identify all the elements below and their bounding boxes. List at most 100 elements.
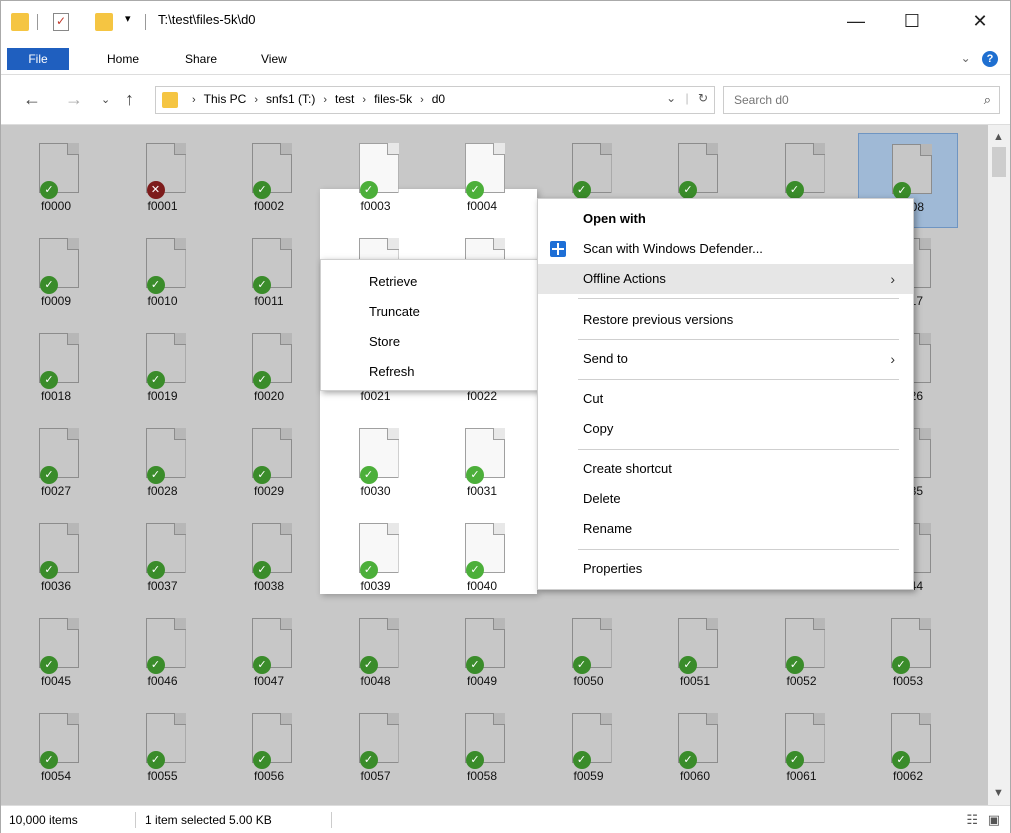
search-input[interactable] xyxy=(724,87,964,113)
file-item[interactable]: ✓ f0047 xyxy=(219,608,319,703)
file-item[interactable]: ✓ f0060 xyxy=(645,703,745,798)
file-item[interactable]: ✓ f0048 xyxy=(326,608,426,703)
file-item[interactable]: ✓ f0059 xyxy=(539,703,639,798)
menu-item-delete[interactable]: Delete xyxy=(538,484,913,514)
minimize-button[interactable]: — xyxy=(833,7,879,35)
breadcrumb-this-pc[interactable]: This PC xyxy=(204,92,247,106)
file-item[interactable]: ✓ f0045 xyxy=(6,608,106,703)
file-item[interactable]: ✓f0030 xyxy=(326,418,426,513)
file-item[interactable]: ✓ f0057 xyxy=(326,703,426,798)
file-item[interactable]: ✓f0003 xyxy=(326,133,426,228)
file-item[interactable]: ✓ f0058 xyxy=(432,703,532,798)
menu-item-cut[interactable]: Cut xyxy=(538,384,913,414)
file-item[interactable]: ✓ f0037 xyxy=(113,513,213,608)
menu-item-create-shortcut[interactable]: Create shortcut xyxy=(538,454,913,484)
page-fold xyxy=(919,428,931,440)
chevron-right-icon[interactable]: › xyxy=(323,94,327,106)
chevron-down-icon[interactable]: ⌄ xyxy=(666,91,676,105)
up-arrow-icon[interactable]: ↑ xyxy=(125,89,134,110)
chevron-right-icon[interactable]: › xyxy=(420,94,424,106)
breadcrumb-files-5k[interactable]: files-5k xyxy=(374,92,412,106)
file-item[interactable]: ✓ f0018 xyxy=(6,323,106,418)
refresh-icon[interactable]: ↻ xyxy=(698,91,708,105)
file-item[interactable]: ✓ f0046 xyxy=(113,608,213,703)
file-item[interactable]: ✓ f0027 xyxy=(6,418,106,513)
scroll-down-icon[interactable]: ▼ xyxy=(993,787,1004,799)
file-item[interactable]: ✓ f0062 xyxy=(858,703,958,798)
file-item[interactable]: ✓ f0054 xyxy=(6,703,106,798)
file-item[interactable]: ✓ f0053 xyxy=(858,608,958,703)
file-item[interactable]: ✓ f0002 xyxy=(219,133,319,228)
menu-item-label: Scan with Windows Defender... xyxy=(583,241,763,256)
file-item[interactable]: ✓ f0020 xyxy=(219,323,319,418)
file-item[interactable]: ✓f0004 xyxy=(432,133,532,228)
sync-error-icon: ✕ xyxy=(146,181,165,199)
address-bar[interactable]: › This PC › snfs1 (T:) › test › files-5k › d0 ⌄ |… xyxy=(155,86,715,114)
menu-item-restore-versions[interactable]: Restore previous versions xyxy=(538,305,913,335)
menu-item-refresh[interactable]: Refresh xyxy=(321,357,538,387)
chevron-right-icon: › xyxy=(192,94,196,106)
file-item[interactable]: ✓ f0049 xyxy=(432,608,532,703)
file-item[interactable]: ✓f0031 xyxy=(432,418,532,513)
help-icon[interactable]: ? xyxy=(982,51,998,67)
breadcrumb-test[interactable]: test xyxy=(335,92,354,106)
scroll-thumb[interactable] xyxy=(992,147,1006,177)
menu-item-scan-defender[interactable]: Scan with Windows Defender... xyxy=(538,234,913,264)
file-item[interactable]: ✓ f0052 xyxy=(752,608,852,703)
file-name: f0001 xyxy=(147,199,178,213)
file-item[interactable]: ✓ f0011 xyxy=(219,228,319,323)
file-item[interactable]: ✓ f0028 xyxy=(113,418,213,513)
menu-item-label: Retrieve xyxy=(369,274,418,289)
menu-item-retrieve[interactable]: Retrieve xyxy=(321,267,538,297)
file-item[interactable]: ✓ f0055 xyxy=(113,703,213,798)
close-button[interactable]: ✕ xyxy=(957,7,1003,35)
large-icons-view-icon[interactable]: ▣ xyxy=(988,812,1000,827)
chevron-right-icon[interactable]: › xyxy=(254,94,258,106)
tab-file[interactable]: File xyxy=(7,48,69,70)
file-item[interactable]: ✓ f0038 xyxy=(219,513,319,608)
file-item[interactable]: ✓ f0056 xyxy=(219,703,319,798)
forward-arrow-icon[interactable]: → xyxy=(65,89,83,110)
menu-item-truncate[interactable]: Truncate xyxy=(321,297,538,327)
page-fold xyxy=(173,713,186,725)
menu-item-store[interactable]: Store xyxy=(321,327,538,357)
menu-item-send-to[interactable]: Send to › xyxy=(538,344,913,374)
file-item[interactable]: ✕ f0001 xyxy=(113,133,213,228)
vertical-scrollbar[interactable]: ▲ ▼ xyxy=(988,125,1010,805)
back-arrow-icon[interactable]: ← xyxy=(23,89,41,110)
menu-item-offline-actions[interactable]: Offline Actions › xyxy=(538,264,913,294)
menu-item-copy[interactable]: Copy xyxy=(538,414,913,444)
expand-ribbon-icon[interactable]: ⌄ xyxy=(961,51,971,65)
page-fold xyxy=(812,618,825,630)
file-item[interactable]: ✓ f0009 xyxy=(6,228,106,323)
file-item[interactable]: ✓ f0029 xyxy=(219,418,319,513)
page-fold xyxy=(493,238,505,250)
file-item[interactable]: ✓ f0051 xyxy=(645,608,745,703)
tab-view[interactable]: View xyxy=(249,48,299,70)
file-item[interactable]: ✓f0039 xyxy=(326,513,426,608)
scroll-up-icon[interactable]: ▲ xyxy=(993,131,1004,143)
file-item[interactable]: ✓f0040 xyxy=(432,513,532,608)
menu-item-rename[interactable]: Rename xyxy=(538,514,913,544)
search-icon[interactable]: ⌕ xyxy=(984,92,991,108)
file-item[interactable]: ✓ f0000 xyxy=(6,133,106,228)
menu-item-properties[interactable]: Properties xyxy=(538,554,913,584)
new-folder-icon[interactable] xyxy=(95,13,113,31)
maximize-button[interactable]: ☐ xyxy=(889,7,935,35)
tab-share[interactable]: Share xyxy=(173,48,229,70)
file-item[interactable]: ✓ f0010 xyxy=(113,228,213,323)
file-item[interactable]: ✓ f0019 xyxy=(113,323,213,418)
properties-icon[interactable]: ✓ xyxy=(53,13,69,31)
menu-item-open-with[interactable]: Open with xyxy=(538,204,913,234)
details-view-icon[interactable]: ☷ xyxy=(966,812,978,827)
breadcrumb-snfs1[interactable]: snfs1 (T:) xyxy=(266,92,315,106)
file-item[interactable]: ✓ f0061 xyxy=(752,703,852,798)
customize-toolbar-icon[interactable]: ▾ xyxy=(125,12,131,25)
breadcrumb-d0[interactable]: d0 xyxy=(432,92,445,106)
file-name: f0010 xyxy=(147,294,178,308)
file-item[interactable]: ✓ f0050 xyxy=(539,608,639,703)
file-item[interactable]: ✓ f0036 xyxy=(6,513,106,608)
recent-locations-icon[interactable]: ⌄ xyxy=(101,93,110,106)
tab-home[interactable]: Home xyxy=(95,48,151,70)
chevron-right-icon[interactable]: › xyxy=(362,94,366,106)
